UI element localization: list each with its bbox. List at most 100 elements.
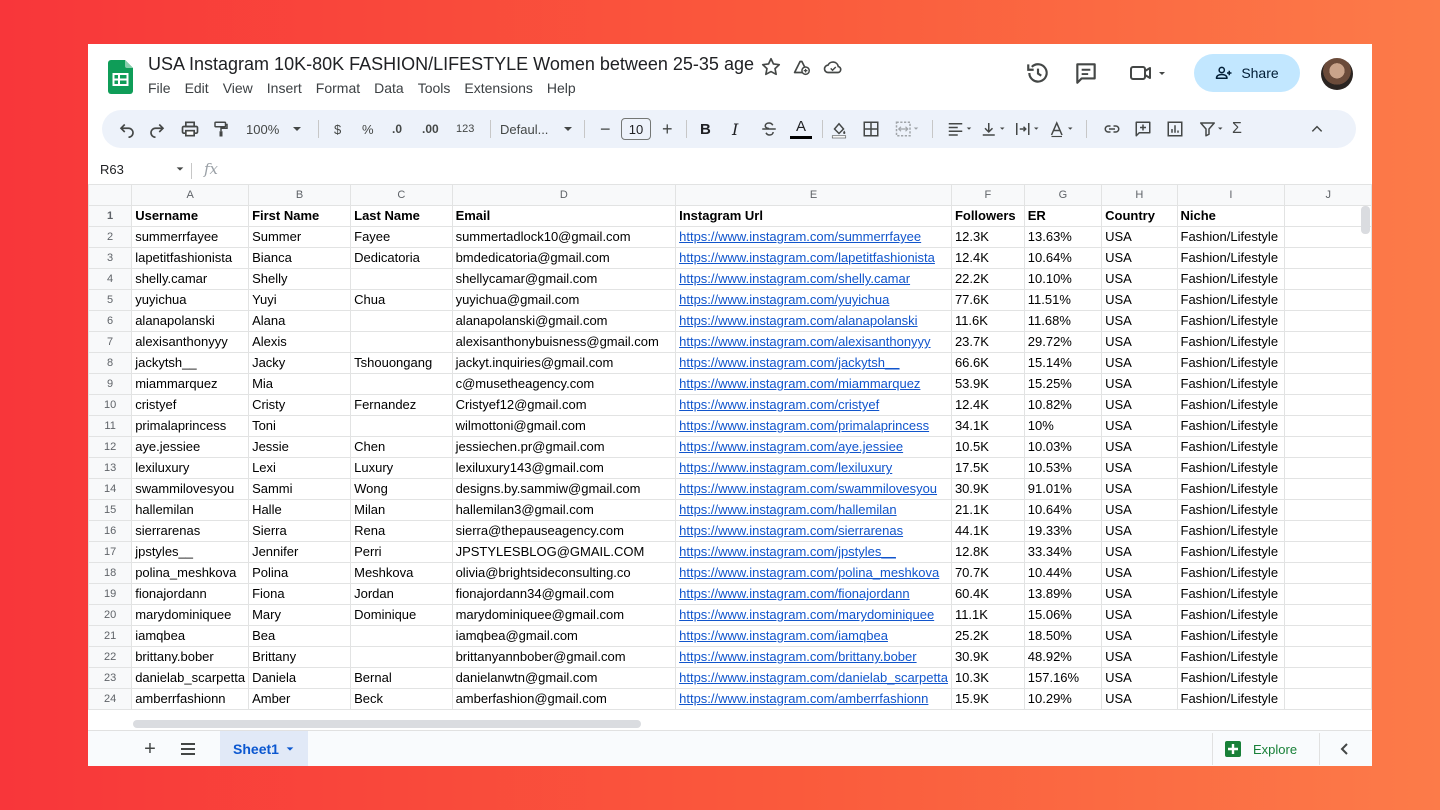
cell-country[interactable]: USA: [1101, 520, 1178, 542]
redo-icon[interactable]: [148, 110, 166, 148]
cell-instagram-url[interactable]: https://www.instagram.com/miammarquez: [675, 373, 952, 395]
column-header[interactable]: I: [1176, 184, 1286, 206]
cell-followers[interactable]: 21.1K: [950, 499, 1025, 521]
cell-last-name[interactable]: Perri: [350, 541, 453, 563]
row-number[interactable]: 3: [88, 247, 133, 269]
cell-username[interactable]: hallemilan: [131, 499, 250, 521]
cell-instagram-url[interactable]: https://www.instagram.com/amberrfashionn: [675, 688, 952, 710]
avatar[interactable]: [1321, 58, 1353, 90]
cell-er[interactable]: 15.06%: [1023, 604, 1103, 626]
cell-empty[interactable]: [1284, 226, 1372, 248]
cell-instagram-url[interactable]: https://www.instagram.com/yuyichua: [675, 289, 952, 311]
cell-last-name[interactable]: Fernandez: [350, 394, 453, 416]
cell-email[interactable]: amberfashion@gmail.com: [451, 688, 677, 710]
cell-niche[interactable]: Fashion/Lifestyle: [1176, 331, 1286, 353]
cell-country[interactable]: USA: [1101, 541, 1178, 563]
cell-country[interactable]: USA: [1101, 583, 1178, 605]
cell-instagram-url[interactable]: https://www.instagram.com/danielab_scarp…: [675, 667, 952, 689]
cell-country[interactable]: USA: [1101, 352, 1178, 374]
cell-country[interactable]: USA: [1101, 373, 1178, 395]
row-number[interactable]: 20: [88, 604, 133, 626]
cell-followers[interactable]: 30.9K: [950, 646, 1025, 668]
cell-first-name[interactable]: Lexi: [248, 457, 352, 479]
cell-last-name[interactable]: Chua: [350, 289, 453, 311]
cell-email[interactable]: alexisanthonybuisness@gmail.com: [451, 331, 677, 353]
cell-instagram-url[interactable]: https://www.instagram.com/lapetitfashion…: [675, 247, 952, 269]
cell-er[interactable]: 10%: [1023, 415, 1103, 437]
cell-country[interactable]: USA: [1101, 226, 1178, 248]
row-number[interactable]: 21: [88, 625, 133, 647]
cell-username[interactable]: alanapolanski: [131, 310, 250, 332]
more-formats-button[interactable]: 123: [456, 110, 474, 148]
cell-last-name[interactable]: Dominique: [350, 604, 453, 626]
cell-empty[interactable]: [1284, 436, 1372, 458]
document-title[interactable]: USA Instagram 10K-80K FASHION/LIFESTYLE …: [148, 54, 754, 75]
cell-first-name[interactable]: Brittany: [248, 646, 352, 668]
cell-followers[interactable]: 17.5K: [950, 457, 1025, 479]
cell-first-name[interactable]: Sammi: [248, 478, 352, 500]
cell-instagram-url[interactable]: https://www.instagram.com/aye.jessiee: [675, 436, 952, 458]
row-number[interactable]: 24: [88, 688, 133, 710]
cell-username[interactable]: marydominiquee: [131, 604, 250, 626]
cell-username[interactable]: fionajordann: [131, 583, 250, 605]
cell-empty[interactable]: [1284, 520, 1372, 542]
column-header[interactable]: C: [350, 184, 453, 206]
column-header[interactable]: A: [131, 184, 250, 206]
cell-country[interactable]: USA: [1101, 457, 1178, 479]
cell-header[interactable]: Niche: [1176, 205, 1286, 227]
cell-empty[interactable]: [1284, 583, 1372, 605]
cell-email[interactable]: shellycamar@gmail.com: [451, 268, 677, 290]
cell-followers[interactable]: 44.1K: [950, 520, 1025, 542]
font-size-input[interactable]: 10: [621, 118, 651, 140]
cell-instagram-url[interactable]: https://www.instagram.com/summerrfayee: [675, 226, 952, 248]
all-sheets-icon[interactable]: [176, 735, 200, 763]
cell-first-name[interactable]: Alana: [248, 310, 352, 332]
percent-format-button[interactable]: %: [362, 110, 374, 148]
row-number[interactable]: 15: [88, 499, 133, 521]
row-number[interactable]: 12: [88, 436, 133, 458]
cell-last-name[interactable]: [350, 331, 453, 353]
cell-username[interactable]: shelly.camar: [131, 268, 250, 290]
row-number[interactable]: 10: [88, 394, 133, 416]
cell-last-name[interactable]: Wong: [350, 478, 453, 500]
fill-color-icon[interactable]: [830, 110, 848, 148]
cell-empty[interactable]: [1284, 205, 1372, 227]
cell-niche[interactable]: Fashion/Lifestyle: [1176, 625, 1286, 647]
cell-country[interactable]: USA: [1101, 625, 1178, 647]
row-number[interactable]: 9: [88, 373, 133, 395]
cell-first-name[interactable]: Amber: [248, 688, 352, 710]
column-header[interactable]: B: [248, 184, 352, 206]
cell-username[interactable]: polina_meshkova: [131, 562, 250, 584]
cell-niche[interactable]: Fashion/Lifestyle: [1176, 394, 1286, 416]
cell-email[interactable]: jackyt.inquiries@gmail.com: [451, 352, 677, 374]
cell-instagram-url[interactable]: https://www.instagram.com/cristyef: [675, 394, 952, 416]
cell-first-name[interactable]: Polina: [248, 562, 352, 584]
row-number[interactable]: 8: [88, 352, 133, 374]
bold-button[interactable]: B: [700, 110, 711, 148]
cell-empty[interactable]: [1284, 310, 1372, 332]
cell-country[interactable]: USA: [1101, 247, 1178, 269]
sheet-tab-sheet1[interactable]: Sheet1: [220, 731, 308, 766]
cell-er[interactable]: 29.72%: [1023, 331, 1103, 353]
cell-country[interactable]: USA: [1101, 415, 1178, 437]
cell-last-name[interactable]: Beck: [350, 688, 453, 710]
cell-last-name[interactable]: [350, 625, 453, 647]
cell-er[interactable]: 10.53%: [1023, 457, 1103, 479]
cell-er[interactable]: 10.82%: [1023, 394, 1103, 416]
cell-country[interactable]: USA: [1101, 331, 1178, 353]
cell-instagram-url[interactable]: https://www.instagram.com/lexiluxury: [675, 457, 952, 479]
cell-followers[interactable]: 66.6K: [950, 352, 1025, 374]
cell-username[interactable]: lapetitfashionista: [131, 247, 250, 269]
cell-empty[interactable]: [1284, 667, 1372, 689]
cell-email[interactable]: iamqbea@gmail.com: [451, 625, 677, 647]
cell-email[interactable]: olivia@brightsideconsulting.co: [451, 562, 677, 584]
cell-empty[interactable]: [1284, 688, 1372, 710]
cell-niche[interactable]: Fashion/Lifestyle: [1176, 562, 1286, 584]
cell-header[interactable]: Last Name: [350, 205, 453, 227]
menu-tools[interactable]: Tools: [418, 80, 451, 96]
font-size-decrease-icon[interactable]: −: [600, 110, 611, 148]
cell-country[interactable]: USA: [1101, 499, 1178, 521]
row-number[interactable]: 1: [88, 205, 133, 227]
cell-er[interactable]: 10.03%: [1023, 436, 1103, 458]
cell-username[interactable]: summerrfayee: [131, 226, 250, 248]
